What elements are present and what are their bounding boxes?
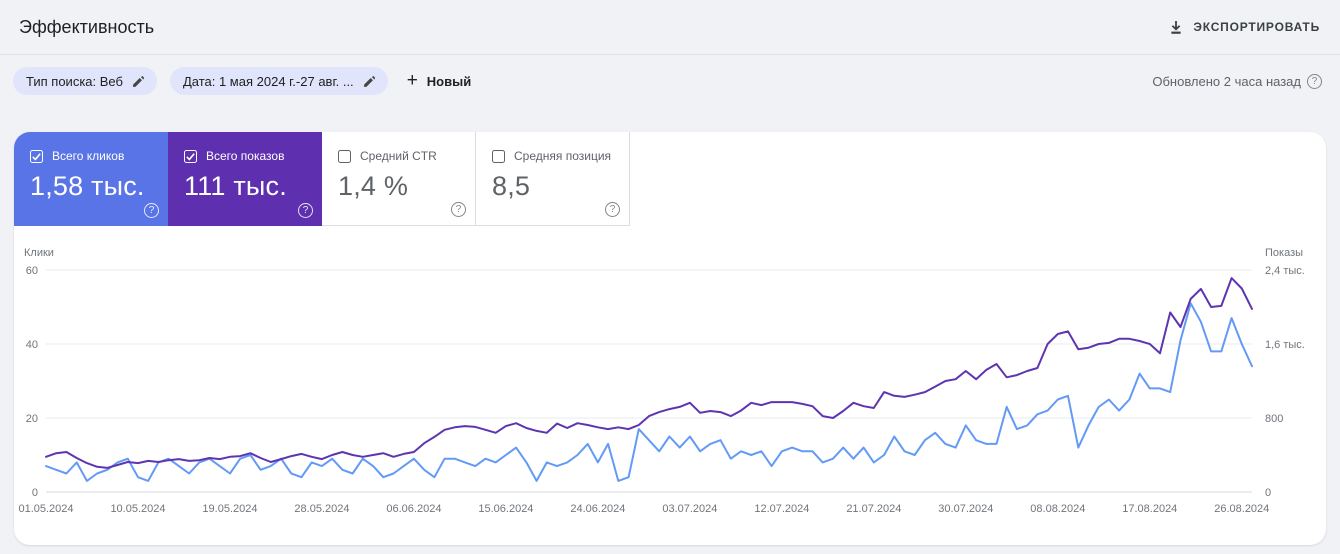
last-updated: Обновлено 2 часа назад ?	[1152, 73, 1322, 89]
download-icon	[1169, 20, 1183, 35]
svg-text:01.05.2024: 01.05.2024	[18, 503, 73, 515]
metric-tile-average-ctr[interactable]: Средний CTR 1,4 % ?	[322, 132, 476, 226]
svg-text:20: 20	[26, 413, 38, 425]
metric-value: 1,4 %	[338, 171, 409, 201]
metric-value: 1,58 тыс.	[30, 171, 145, 201]
svg-text:60: 60	[26, 265, 38, 277]
performance-chart[interactable]: 60 40 20 0 2,4 тыс. 1,6 тыс. 800 0 Клики Показы 01…	[0, 244, 1340, 544]
search-console-performance-page: Эффективность ЭКСПОРТИРОВАТЬ Тип поиска:…	[0, 0, 1340, 554]
new-filter-label: Новый	[426, 73, 472, 89]
chip-label: Дата: 1 мая 2024 г.-27 авг. ...	[182, 73, 354, 89]
metric-label: Всего кликов	[52, 149, 125, 163]
export-label: ЭКСПОРТИРОВАТЬ	[1193, 20, 1320, 34]
svg-text:2,4 тыс.: 2,4 тыс.	[1265, 265, 1305, 277]
page-header: Эффективность ЭКСПОРТИРОВАТЬ	[0, 0, 1340, 55]
metric-label: Всего показов	[206, 149, 285, 163]
svg-text:26.08.2024: 26.08.2024	[1214, 503, 1269, 515]
svg-text:0: 0	[32, 487, 38, 499]
metric-label: Средняя позиция	[514, 149, 612, 163]
export-button[interactable]: ЭКСПОРТИРОВАТЬ	[1169, 20, 1320, 35]
plus-icon: +	[406, 69, 418, 91]
svg-text:800: 800	[1265, 413, 1283, 425]
edit-pencil-icon[interactable]	[132, 75, 145, 88]
svg-text:08.08.2024: 08.08.2024	[1030, 503, 1085, 515]
help-icon[interactable]: ?	[298, 203, 313, 218]
updated-text: Обновлено 2 часа назад	[1152, 73, 1301, 89]
svg-text:28.05.2024: 28.05.2024	[294, 503, 349, 515]
metric-value: 8,5	[492, 171, 531, 201]
svg-text:17.08.2024: 17.08.2024	[1122, 503, 1177, 515]
clicks-impressions-line-chart[interactable]: 60 40 20 0 2,4 тыс. 1,6 тыс. 800 0 Клики Показы 01…	[0, 244, 1340, 544]
checkbox-total-impressions[interactable]	[184, 149, 197, 163]
checkbox-average-position[interactable]	[492, 149, 505, 163]
page-title: Эффективность	[19, 16, 155, 37]
metric-tiles: Всего кликов 1,58 тыс. ? Всего показов 1…	[14, 132, 630, 226]
checkbox-average-ctr[interactable]	[338, 149, 351, 163]
svg-text:12.07.2024: 12.07.2024	[754, 503, 809, 515]
checkbox-total-clicks[interactable]	[30, 149, 43, 163]
metric-label: Средний CTR	[360, 149, 437, 163]
svg-text:06.06.2024: 06.06.2024	[386, 503, 441, 515]
svg-text:10.05.2024: 10.05.2024	[110, 503, 165, 515]
search-type-filter-chip[interactable]: Тип поиска: Веб	[13, 67, 157, 95]
svg-text:40: 40	[26, 339, 38, 351]
help-icon[interactable]: ?	[144, 203, 159, 218]
chip-label: Тип поиска: Веб	[26, 73, 123, 89]
metric-value: 111 тыс.	[184, 171, 287, 201]
svg-text:0: 0	[1265, 487, 1271, 499]
new-filter-button[interactable]: + Новый	[406, 69, 472, 91]
metric-tile-total-clicks[interactable]: Всего кликов 1,58 тыс. ?	[14, 132, 168, 226]
svg-text:24.06.2024: 24.06.2024	[570, 503, 625, 515]
svg-text:Клики: Клики	[24, 247, 54, 259]
edit-pencil-icon[interactable]	[363, 75, 376, 88]
help-icon[interactable]: ?	[605, 202, 620, 217]
svg-text:19.05.2024: 19.05.2024	[202, 503, 257, 515]
date-filter-chip[interactable]: Дата: 1 мая 2024 г.-27 авг. ...	[169, 67, 388, 95]
help-icon[interactable]: ?	[451, 202, 466, 217]
svg-text:21.07.2024: 21.07.2024	[846, 503, 901, 515]
help-icon[interactable]: ?	[1307, 73, 1322, 89]
svg-text:15.06.2024: 15.06.2024	[478, 503, 533, 515]
svg-text:30.07.2024: 30.07.2024	[938, 503, 993, 515]
filter-bar: Тип поиска: Веб Дата: 1 мая 2024 г.-27 а…	[0, 56, 1340, 106]
svg-text:Показы: Показы	[1265, 247, 1303, 259]
metric-tile-average-position[interactable]: Средняя позиция 8,5 ?	[476, 132, 630, 226]
svg-text:1,6 тыс.: 1,6 тыс.	[1265, 339, 1305, 351]
svg-text:03.07.2024: 03.07.2024	[662, 503, 717, 515]
metric-tile-total-impressions[interactable]: Всего показов 111 тыс. ?	[168, 132, 322, 226]
